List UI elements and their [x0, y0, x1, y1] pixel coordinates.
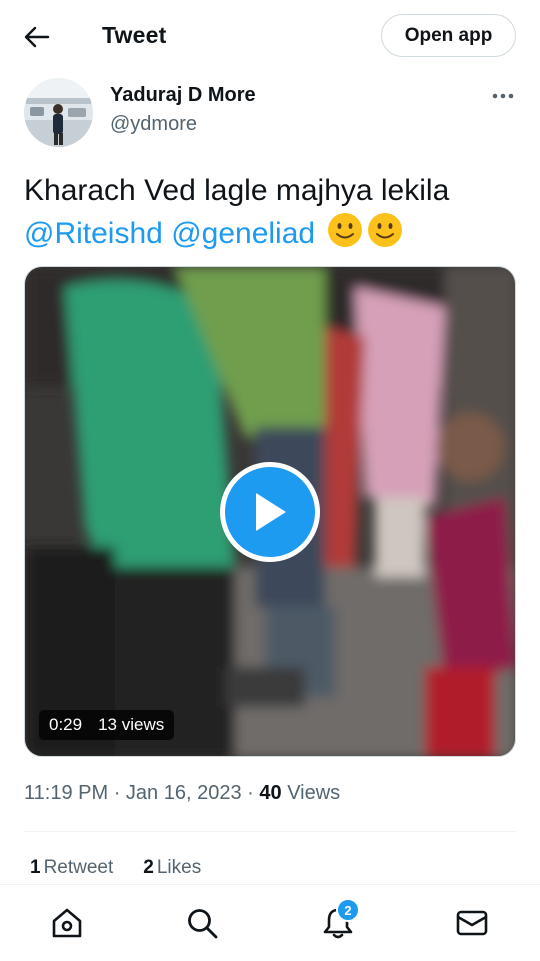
nav-search[interactable] [182, 903, 222, 943]
page-title: Tweet [102, 22, 167, 48]
nav-messages[interactable] [452, 903, 492, 943]
mail-icon [456, 910, 488, 936]
back-arrow-icon [24, 26, 50, 48]
tweet-body: Kharach Ved lagle majhya lekila [24, 174, 450, 207]
views-label: Views [287, 782, 341, 804]
author-handle[interactable]: @ydmore [110, 113, 197, 136]
home-icon [52, 908, 82, 938]
retweets-count: 1 [30, 857, 41, 878]
open-app-button[interactable]: Open app [381, 14, 516, 57]
video-views: 13 views [98, 715, 165, 734]
mention-link[interactable]: @geneliad [171, 217, 315, 250]
search-icon [188, 909, 218, 939]
likes-count: 2 [143, 857, 154, 878]
tweet-text: Kharach Ved lagle majhya lekila @Riteish… [24, 170, 524, 255]
views-count: 40 [259, 782, 282, 804]
divider [24, 831, 516, 832]
tweet-timestamp: 11:19 PM · Jan 16, 2023 · 40 Views [24, 782, 340, 805]
meta-separator: · [113, 782, 121, 804]
retweets-stat[interactable]: 1 Retweet [30, 857, 113, 879]
smiley-emoji-icon [328, 213, 363, 247]
bottom-nav: 2 [0, 884, 540, 961]
video-player[interactable]: 0:29 13 views [24, 266, 516, 757]
nav-home[interactable] [47, 903, 87, 943]
top-bar: Tweet Open app [0, 0, 540, 74]
smiley-emoji-icon [368, 213, 403, 247]
likes-label: Likes [156, 857, 202, 878]
avatar[interactable] [24, 78, 93, 147]
mention-link[interactable]: @Riteishd [24, 217, 163, 250]
notification-badge: 2 [336, 898, 360, 922]
likes-stat[interactable]: 2 Likes [143, 857, 201, 879]
author-name[interactable]: Yaduraj D More [110, 84, 256, 107]
retweets-label: Retweet [43, 857, 114, 878]
video-info: 0:29 13 views [39, 710, 175, 740]
meta-separator: · [247, 782, 254, 804]
back-button[interactable] [20, 20, 54, 54]
video-duration: 0:29 [49, 715, 83, 734]
tweet-stats: 1 Retweet 2 Likes [30, 857, 201, 879]
more-icon [492, 93, 514, 99]
tweet-time[interactable]: 11:19 PM [24, 782, 108, 804]
play-icon [256, 493, 286, 531]
play-button[interactable] [220, 462, 320, 562]
more-options-button[interactable] [486, 84, 520, 108]
tweet-date[interactable]: Jan 16, 2023 [126, 782, 242, 804]
